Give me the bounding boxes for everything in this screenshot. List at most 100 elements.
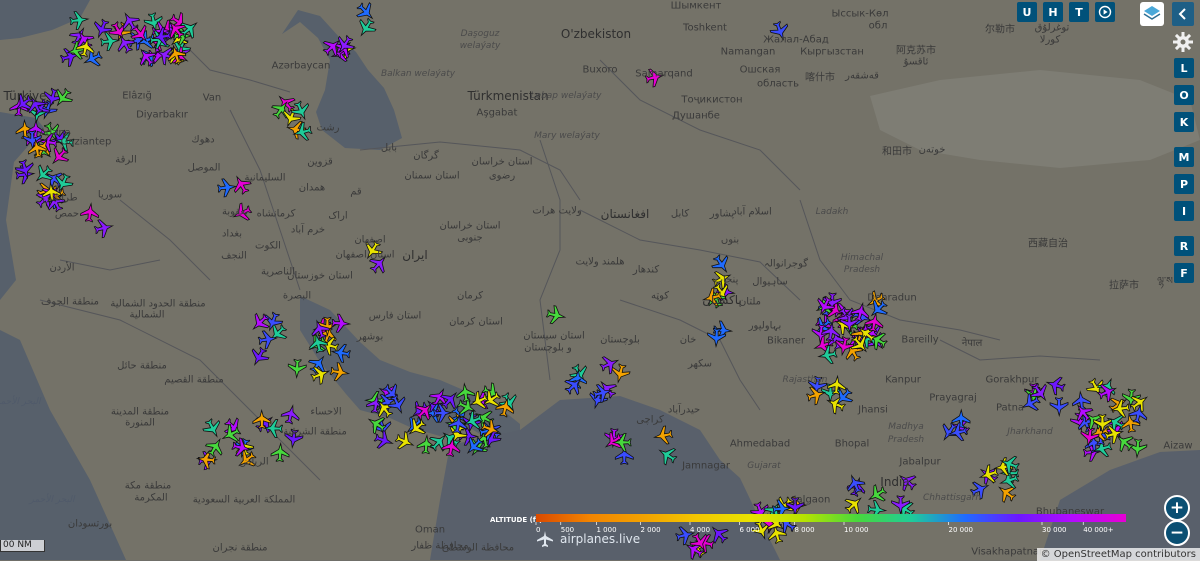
- place-label: خرم آباد: [290, 224, 326, 236]
- place-label: الموصل: [187, 162, 221, 174]
- place-label: India: [880, 475, 910, 489]
- place-label: Ошская: [739, 64, 781, 76]
- place-label: Ahmedabad: [729, 438, 791, 450]
- place-label: خان: [679, 334, 697, 346]
- map-canvas[interactable]: [0, 0, 1200, 560]
- place-label: النجف: [221, 250, 247, 262]
- place-label: Bhopal: [834, 438, 870, 450]
- toolbar-button-p[interactable]: P: [1174, 174, 1194, 194]
- place-label: 喀什市: [805, 72, 835, 84]
- place-label: رشت: [316, 122, 340, 134]
- toolbar-button-r[interactable]: R: [1174, 236, 1194, 256]
- place-label: توغرلۇق: [1034, 22, 1070, 34]
- place-label: البحر الأحمر: [0, 397, 41, 407]
- place-label: Жалал-Абад: [763, 34, 829, 46]
- place-label: Pradesh: [843, 265, 881, 275]
- place-label: بنوں: [720, 234, 740, 246]
- altitude-color-bar: [536, 514, 1126, 522]
- place-label: هلمند ولایت: [575, 256, 625, 268]
- place-label: Patna: [995, 402, 1025, 414]
- place-label: Samarqand: [635, 68, 693, 80]
- gear-icon[interactable]: [1172, 30, 1194, 54]
- top-toolbar: U H T: [1017, 2, 1115, 22]
- place-label: حیدرآباد: [667, 404, 701, 416]
- place-label: کرمانشاه: [256, 208, 296, 220]
- place-label: قەشقەر: [845, 70, 879, 82]
- collapse-chevron-icon[interactable]: [1172, 2, 1194, 26]
- place-label: كورلا: [1039, 34, 1061, 46]
- place-label: ملتان: [738, 296, 762, 308]
- airplane-logo-icon: [537, 531, 553, 547]
- place-label: welaýaty: [459, 41, 501, 51]
- place-label: بلوچستان: [600, 334, 640, 346]
- place-label: منطقة المدينة: [110, 406, 170, 418]
- place-label: Gujarat: [747, 461, 781, 471]
- place-label: Türkiye: [3, 89, 47, 103]
- place-label: Van: [202, 92, 222, 104]
- zoom-in-button[interactable]: +: [1164, 495, 1190, 521]
- place-label: منطقة الجوف: [41, 296, 99, 308]
- place-label: خوتەن: [918, 144, 946, 156]
- place-label: ساہیوال: [752, 276, 788, 288]
- place-label: Balkan welaýaty: [380, 69, 456, 79]
- place-label: Buxoro: [582, 64, 618, 76]
- toolbar-button-h[interactable]: H: [1043, 2, 1063, 22]
- place-label: Jharkhand: [1007, 427, 1053, 437]
- place-label: گرگان: [413, 150, 439, 162]
- place-label: Bikaner: [767, 335, 805, 347]
- place-label: Кыргызстан: [800, 46, 864, 58]
- place-label: پاکستان: [702, 293, 742, 307]
- toolbar-button-u[interactable]: U: [1017, 2, 1037, 22]
- toolbar-button-k[interactable]: K: [1174, 112, 1194, 132]
- layers-icon[interactable]: [1140, 2, 1164, 26]
- place-label: المنورة: [125, 417, 155, 429]
- place-label: استان خراسان: [471, 156, 533, 168]
- place-label: بہاولپور: [748, 320, 782, 332]
- place-label: O'zbekiston: [560, 27, 632, 41]
- place-label: قزوین: [307, 156, 333, 168]
- place-label: область: [756, 78, 800, 90]
- place-label: منطقة الحدود الشمالية: [110, 298, 206, 310]
- toolbar-button-t[interactable]: T: [1069, 2, 1089, 22]
- toolbar-button-m[interactable]: M: [1174, 147, 1194, 167]
- place-label: منطقة حائل: [117, 360, 167, 372]
- place-label: Elâzığ: [122, 90, 152, 102]
- place-label: المملكة العربية السعودية: [192, 494, 296, 506]
- place-label: کندهار: [632, 264, 660, 276]
- place-label: Jhansi: [858, 404, 888, 416]
- place-label: گوجرانوالہ: [763, 258, 809, 270]
- legend-tick-label: 6 000: [740, 526, 760, 534]
- legend-tick-label: 30 000: [1042, 526, 1067, 534]
- place-label: حمص: [54, 208, 80, 220]
- place-label: کوټه: [650, 290, 670, 302]
- toolbar-button-l[interactable]: L: [1174, 58, 1194, 78]
- place-label: Lebap welaýaty: [530, 91, 602, 101]
- place-label: دهوك: [191, 134, 215, 146]
- legend-tick-label: 40 000+: [1083, 526, 1113, 534]
- place-label: Gorakhpur: [985, 374, 1039, 386]
- place-label: Ladakh: [815, 207, 849, 217]
- place-label: Daşoguz: [460, 29, 500, 39]
- place-label: Namangan: [720, 46, 776, 58]
- place-label: Pradesh: [887, 435, 925, 445]
- place-label: قم: [350, 186, 362, 198]
- airplanes-live-brand[interactable]: airplanes.live: [536, 530, 640, 548]
- place-label: المكرمة: [134, 492, 168, 504]
- place-label: همدان: [298, 182, 326, 194]
- place-label: 尔勒市: [985, 24, 1015, 36]
- place-label: افغانستان: [600, 207, 650, 221]
- toolbar-button-i[interactable]: I: [1174, 201, 1194, 221]
- place-label: обл: [868, 20, 888, 32]
- toolbar-button-o[interactable]: O: [1174, 85, 1194, 105]
- toolbar-button-f[interactable]: F: [1174, 263, 1194, 283]
- zoom-out-button[interactable]: −: [1164, 520, 1190, 546]
- place-label: Madhya: [888, 422, 924, 432]
- place-label: طرابلس: [42, 192, 78, 204]
- place-label: ئاقسۇ: [903, 56, 929, 68]
- play-icon[interactable]: [1095, 2, 1115, 22]
- place-label: ولایت هرات: [532, 205, 582, 217]
- map-attribution[interactable]: © OpenStreetMap contributors: [1036, 548, 1200, 561]
- place-label: الاحساء: [310, 406, 342, 418]
- place-label: جنوبی: [457, 232, 483, 244]
- place-label: منطقة نجران: [212, 542, 268, 554]
